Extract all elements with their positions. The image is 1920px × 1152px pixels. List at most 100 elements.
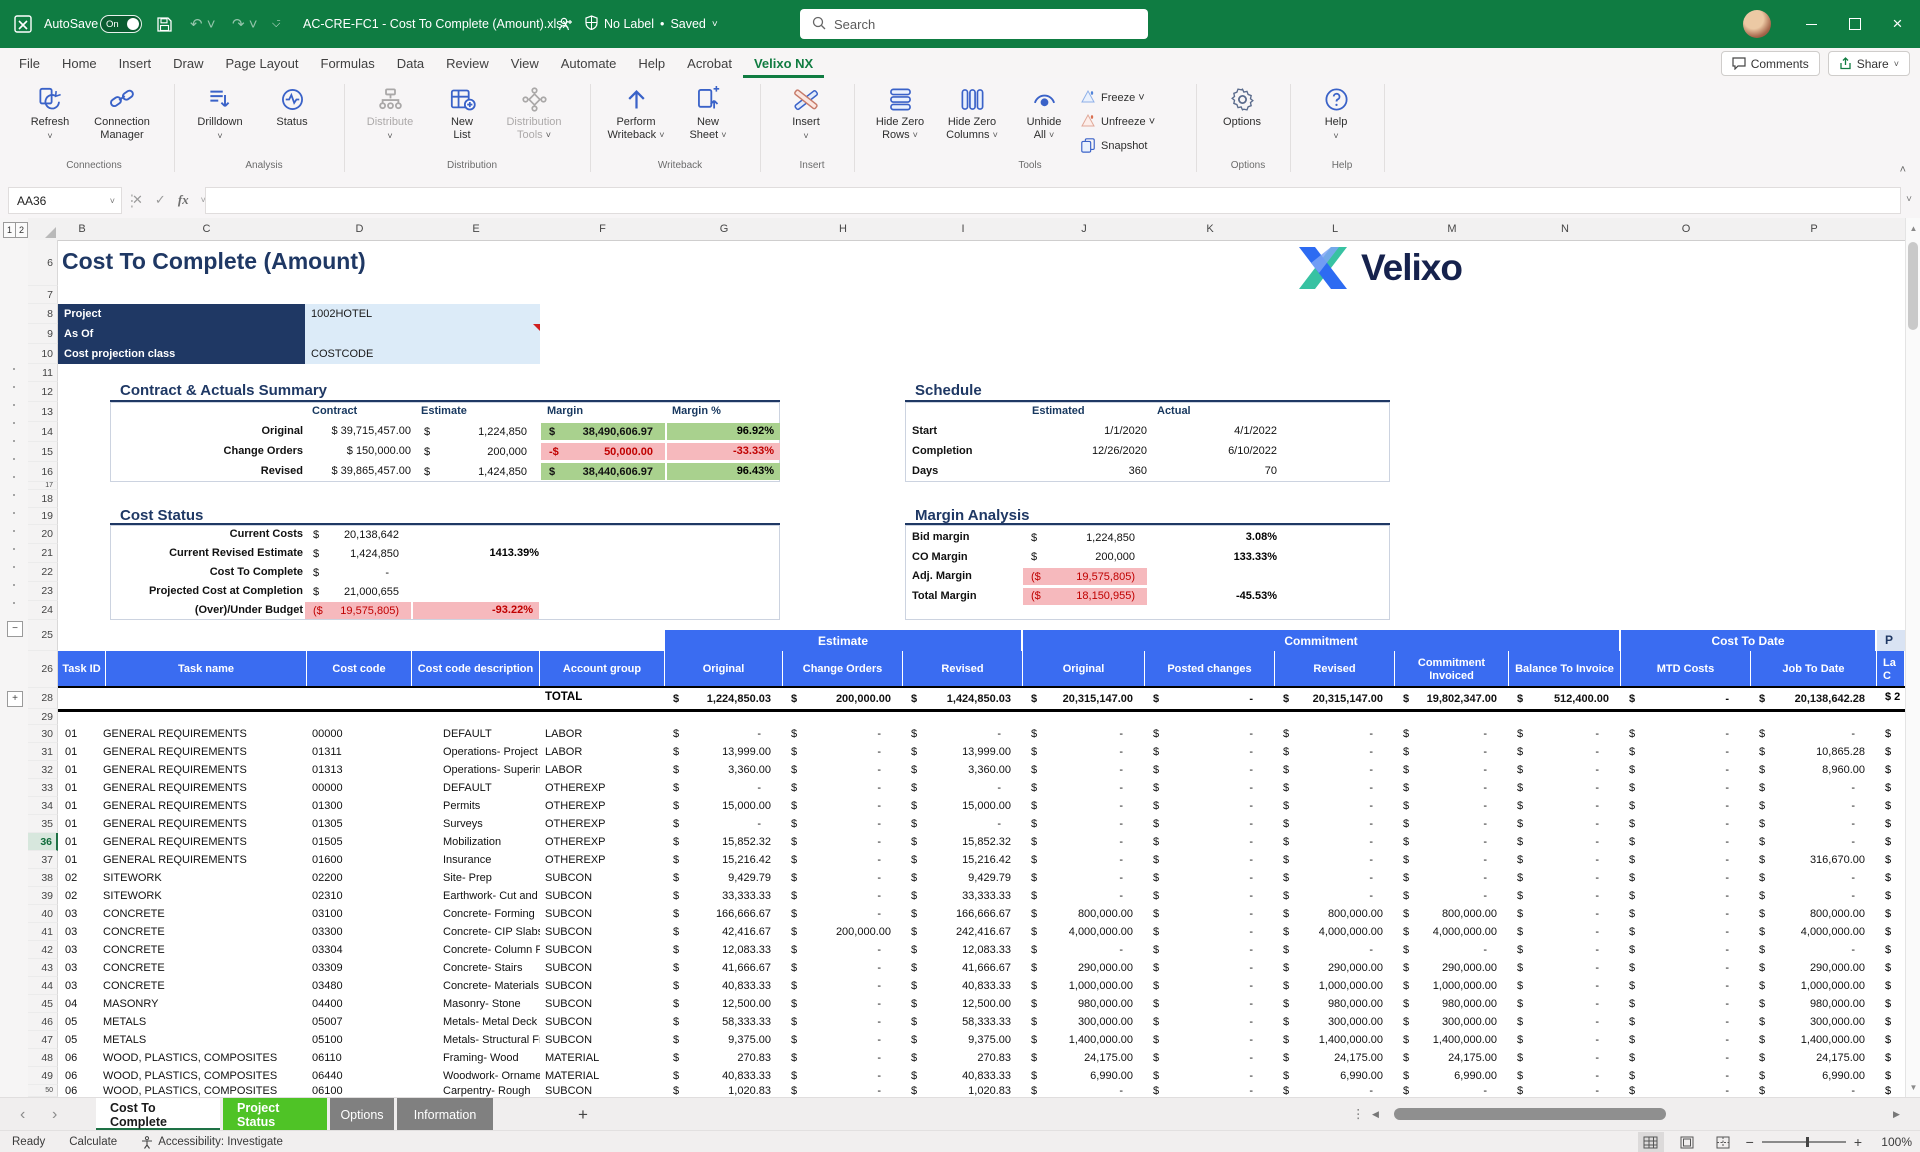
outline-collapse-button[interactable]: − xyxy=(7,621,23,637)
table-column-header[interactable]: Job To Date xyxy=(1751,651,1877,688)
row-header-38[interactable]: 38 xyxy=(28,869,58,887)
cell-co[interactable]: $- xyxy=(1023,851,1145,869)
cell-cost-code-description[interactable]: Woodwork- Ornamenta xyxy=(438,1067,540,1085)
cell-co[interactable]: $- xyxy=(1023,779,1145,797)
contract-summary-row-label[interactable]: Change Orders xyxy=(120,445,303,460)
cell-er[interactable]: $- xyxy=(903,779,1023,797)
cell-cr[interactable]: $- xyxy=(1275,1085,1395,1097)
refresh-button[interactable]: Refresh˅ xyxy=(14,84,86,140)
margin-analysis-value[interactable]: $200,000 xyxy=(1023,549,1147,566)
cell-account-group[interactable]: SUBCON xyxy=(540,869,665,887)
cell-ci[interactable]: $24,175.00 xyxy=(1395,1049,1509,1067)
cell-eo[interactable]: $1,020.83 xyxy=(665,1085,783,1097)
row-header-13[interactable]: 13 xyxy=(28,402,58,422)
cell-jtd[interactable]: $800,000.00 xyxy=(1751,905,1877,923)
row-header-30[interactable]: 30 xyxy=(28,725,58,743)
cell-ci[interactable]: $1,400,000.00 xyxy=(1395,1031,1509,1049)
cell-jtd[interactable]: $10,865.28 xyxy=(1751,743,1877,761)
cell-partial[interactable]: $ xyxy=(1877,815,1905,833)
cell-eo[interactable]: $- xyxy=(665,725,783,743)
cell-jtd[interactable]: $316,670.00 xyxy=(1751,851,1877,869)
formula-input[interactable] xyxy=(205,187,1901,214)
table-column-header[interactable]: Cost code description xyxy=(412,651,540,688)
cell-cr[interactable]: $6,990.00 xyxy=(1275,1067,1395,1085)
cell-cost-code-description[interactable]: Metals- Structural Fran xyxy=(438,1031,540,1049)
cell-bi[interactable]: $- xyxy=(1509,905,1621,923)
cell-cr[interactable]: $- xyxy=(1275,869,1395,887)
cell-cp[interactable]: $- xyxy=(1145,1013,1275,1031)
cell-mtd[interactable]: $- xyxy=(1621,887,1751,905)
cell-cost-code-description[interactable]: Site- Prep xyxy=(438,869,540,887)
cell-partial[interactable]: $ xyxy=(1877,833,1905,851)
cell-co[interactable]: $24,175.00 xyxy=(1023,1049,1145,1067)
cell-partial[interactable]: $ xyxy=(1877,887,1905,905)
cell-task-name[interactable]: WOOD, PLASTICS, COMPOSITES xyxy=(98,1085,307,1097)
cell-co[interactable]: $- xyxy=(1023,869,1145,887)
cell-cp[interactable]: $- xyxy=(1145,995,1275,1013)
table-column-header[interactable]: Original xyxy=(1023,651,1145,688)
cell-cost-code[interactable]: 03304 xyxy=(307,941,412,959)
zoom-slider-handle[interactable] xyxy=(1806,1137,1809,1147)
cell-partial[interactable]: $ xyxy=(1877,869,1905,887)
cell-co[interactable]: $800,000.00 xyxy=(1023,905,1145,923)
row-header-12[interactable]: 12 xyxy=(28,382,58,402)
table-column-header[interactable]: Account group xyxy=(540,651,665,688)
cell-cr[interactable]: $980,000.00 xyxy=(1275,995,1395,1013)
cell-ec[interactable]: $- xyxy=(783,725,903,743)
row-header-26[interactable]: 26 xyxy=(28,651,58,688)
contract-summary-row-label[interactable]: Original xyxy=(120,425,303,440)
cell-cp[interactable]: $- xyxy=(1145,833,1275,851)
cell-jtd[interactable]: $24,175.00 xyxy=(1751,1049,1877,1067)
sheet-nav-prev-icon[interactable]: ‹ xyxy=(20,1098,25,1131)
cell-eo[interactable]: $15,000.00 xyxy=(665,797,783,815)
cell-ec[interactable]: $- xyxy=(783,815,903,833)
cell-cost-code-description[interactable]: Mobilization xyxy=(438,833,540,851)
outline-expand-button[interactable]: + xyxy=(7,691,23,707)
cell-cost-code-description[interactable]: Carpentry- Rough xyxy=(438,1085,540,1097)
menu-tab-review[interactable]: Review xyxy=(435,48,500,78)
cell-account-group[interactable]: SUBCON xyxy=(540,887,665,905)
cell-ci[interactable]: $- xyxy=(1395,743,1509,761)
schedule-estimated[interactable]: 12/26/2020 xyxy=(1027,445,1147,460)
cell-cost-code-description[interactable]: Concrete- Materials & I xyxy=(438,977,540,995)
row-header-29[interactable]: 29 xyxy=(28,709,58,725)
report-field-label-2[interactable]: As Of xyxy=(58,324,305,344)
schedule-row-label[interactable]: Start xyxy=(912,425,1022,440)
cell-ec[interactable]: $- xyxy=(783,977,903,995)
cell-cost-code[interactable]: 00000 xyxy=(307,725,412,743)
cost-status-row-label[interactable]: Current Revised Estimate xyxy=(100,547,303,562)
cost-status-value[interactable]: $1,424,850 xyxy=(305,545,411,562)
table-column-header[interactable]: Revised xyxy=(1275,651,1395,688)
schedule-actual[interactable]: 4/1/2022 xyxy=(1157,425,1277,440)
row-header-21[interactable]: 21 xyxy=(28,544,58,563)
cell-bi[interactable]: $- xyxy=(1509,743,1621,761)
cell-ci[interactable]: $- xyxy=(1395,851,1509,869)
column-header-J[interactable]: J xyxy=(1023,218,1146,241)
collapse-ribbon-icon[interactable]: ˄ xyxy=(1900,164,1906,176)
row-header-23[interactable]: 23 xyxy=(28,582,58,601)
cell-partial[interactable]: $ xyxy=(1877,743,1905,761)
cell-mtd[interactable]: $- xyxy=(1621,1049,1751,1067)
status-accessibility[interactable]: Accessibility: Investigate xyxy=(129,1136,295,1149)
schedule-estimated[interactable]: 360 xyxy=(1027,465,1147,480)
table-column-header[interactable]: Original xyxy=(665,651,783,688)
schedule-row-label[interactable]: Days xyxy=(912,465,1022,480)
cell-eo[interactable]: $- xyxy=(665,815,783,833)
cell-task-name[interactable]: GENERAL REQUIREMENTS xyxy=(98,779,307,797)
cell-er[interactable]: $33,333.33 xyxy=(903,887,1023,905)
row-header-14[interactable]: 14 xyxy=(28,422,58,442)
row-header-24[interactable]: 24 xyxy=(28,601,58,620)
new-list-button[interactable]: NewList xyxy=(426,84,498,142)
cell-cost-code[interactable]: 01311 xyxy=(307,743,412,761)
cell-bi[interactable]: $- xyxy=(1509,1031,1621,1049)
cell-jtd[interactable]: $4,000,000.00 xyxy=(1751,923,1877,941)
quick-access-toolbar-menu-icon[interactable]: ⌵̄ xyxy=(272,0,280,48)
cell-cp[interactable]: $- xyxy=(1145,815,1275,833)
menu-tab-view[interactable]: View xyxy=(500,48,550,78)
row-header-34[interactable]: 34 xyxy=(28,797,58,815)
cell-jtd[interactable]: $300,000.00 xyxy=(1751,1013,1877,1031)
cell-mtd[interactable]: $- xyxy=(1621,797,1751,815)
cell-cr[interactable]: $4,000,000.00 xyxy=(1275,923,1395,941)
cell-mtd[interactable]: $- xyxy=(1621,779,1751,797)
cell-partial[interactable]: $ xyxy=(1877,959,1905,977)
